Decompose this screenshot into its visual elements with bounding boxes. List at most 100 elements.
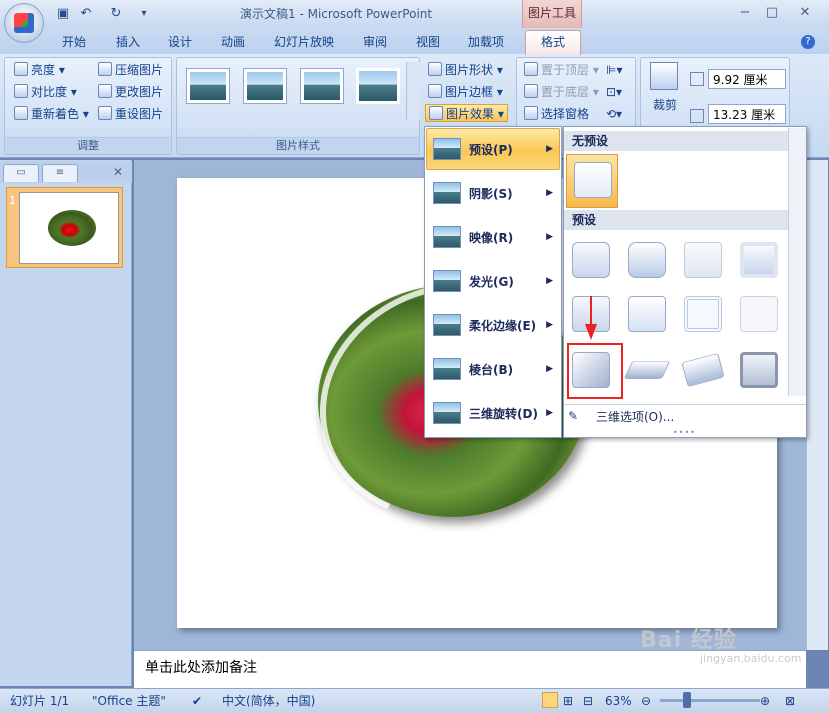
zoom-slider[interactable]	[660, 699, 760, 702]
glow-icon	[433, 270, 461, 292]
tab-format[interactable]: 格式	[525, 30, 581, 55]
style-thumb-4[interactable]	[356, 68, 400, 104]
undo-icon[interactable]: ↶	[78, 6, 94, 22]
send-to-back-button[interactable]: 置于底层 ▾	[524, 83, 599, 101]
preset-1[interactable]	[568, 238, 614, 282]
tab-home[interactable]: 开始	[62, 33, 86, 51]
zoom-out-icon[interactable]: ⊖	[641, 692, 651, 710]
tab-review[interactable]: 审阅	[363, 33, 387, 51]
width-icon	[690, 109, 704, 123]
brightness-button[interactable]: 亮度 ▾	[14, 61, 65, 79]
change-picture-icon	[98, 84, 112, 98]
height-field[interactable]: 9.92 厘米	[708, 69, 786, 89]
preset-6[interactable]	[624, 292, 670, 336]
tab-design[interactable]: 设计	[168, 33, 192, 51]
picture-tools-context-tab: 图片工具	[522, 0, 582, 28]
menu-item-soft-edges[interactable]: 柔化边缘(E) ▶	[425, 304, 561, 346]
zoom-level[interactable]: 63%	[605, 692, 632, 710]
picture-border-button[interactable]: 图片边框 ▾	[428, 83, 503, 101]
recolor-icon	[14, 106, 28, 120]
preset-4[interactable]	[736, 238, 782, 282]
crop-icon[interactable]	[650, 62, 678, 90]
save-icon[interactable]: ▣	[55, 6, 71, 22]
bring-to-front-button[interactable]: 置于顶层 ▾	[524, 61, 599, 79]
tab-slideshow[interactable]: 幻灯片放映	[274, 33, 334, 51]
contrast-button[interactable]: 对比度 ▾	[14, 83, 77, 101]
adjust-group-label: 调整	[5, 137, 171, 153]
preset-3-shape	[684, 242, 722, 278]
style-thumb-3[interactable]	[300, 68, 344, 104]
send-to-back-icon	[524, 84, 538, 98]
align-icon[interactable]: ⊫▾	[606, 61, 622, 79]
redo-icon[interactable]: ↻	[108, 6, 124, 22]
preset-12-shape	[740, 352, 778, 388]
preset-10[interactable]	[623, 348, 671, 392]
zoom-in-icon[interactable]: ⊕	[760, 692, 770, 710]
reset-picture-button[interactable]: 重设图片	[98, 105, 163, 123]
picture-effects-icon	[429, 106, 443, 120]
style-thumb-1[interactable]	[186, 68, 230, 104]
preset-8-shape	[740, 296, 778, 332]
office-button[interactable]	[4, 3, 44, 43]
normal-view-icon[interactable]	[542, 692, 558, 708]
bevel-icon	[433, 358, 461, 380]
preset-icon	[433, 138, 461, 160]
menu-item-preset[interactable]: 预设(P) ▶	[425, 128, 561, 170]
preset-11[interactable]	[680, 348, 726, 392]
preset-12[interactable]	[736, 348, 782, 392]
preset-7[interactable]	[680, 292, 726, 336]
no-preset-shape	[574, 162, 612, 198]
watermark-url: jingyan.baidu.com	[700, 652, 802, 665]
zoom-slider-thumb[interactable]	[683, 692, 691, 708]
soft-edges-icon	[433, 314, 461, 336]
slideshow-view-icon[interactable]: ⊟	[583, 692, 593, 710]
menu-item-shadow[interactable]: 阴影(S) ▶	[425, 172, 561, 214]
crop-button[interactable]: 裁剪	[653, 96, 677, 114]
no-preset-option[interactable]	[566, 154, 618, 208]
menu-item-reflection[interactable]: 映像(R) ▶	[425, 216, 561, 258]
group-icon[interactable]: ⊡▾	[606, 83, 622, 101]
contrast-icon	[14, 84, 28, 98]
change-picture-button[interactable]: 更改图片	[98, 83, 163, 101]
tab-addins[interactable]: 加载项	[468, 33, 504, 51]
menu-item-glow[interactable]: 发光(G) ▶	[425, 260, 561, 302]
picture-shape-icon	[428, 62, 442, 76]
menu-item-3d-rotation[interactable]: 三维旋转(D) ▶	[425, 392, 561, 434]
bring-to-front-icon	[524, 62, 538, 76]
close-icon[interactable]: ✕	[793, 4, 817, 22]
3d-options-item[interactable]: 三维选项(O)...	[564, 404, 806, 428]
style-thumb-2[interactable]	[243, 68, 287, 104]
maximize-icon[interactable]: □	[760, 4, 784, 22]
fit-slide-icon[interactable]: ⊠	[785, 692, 795, 710]
language: 中文(简体，中国)	[222, 694, 316, 708]
minimize-icon[interactable]: −	[733, 4, 757, 22]
menu-item-bevel[interactable]: 棱台(B) ▶	[425, 348, 561, 390]
tab-animations[interactable]: 动画	[221, 33, 245, 51]
close-pane-icon[interactable]: ✕	[110, 164, 126, 180]
sorter-view-icon[interactable]: ⊞	[563, 692, 573, 710]
slides-tab[interactable]: ▭	[3, 164, 39, 182]
spellcheck-icon[interactable]: ✔	[192, 692, 202, 710]
gallery-scrollbar[interactable]	[788, 128, 806, 396]
tab-view[interactable]: 视图	[416, 33, 440, 51]
qat-customize-icon[interactable]: ▾	[136, 6, 152, 22]
selection-pane-button[interactable]: 选择窗格	[524, 105, 589, 123]
picture-shape-button[interactable]: 图片形状 ▾	[428, 61, 503, 79]
tab-insert[interactable]: 插入	[116, 33, 140, 51]
help-icon[interactable]: ?	[801, 35, 815, 49]
vertical-scrollbar[interactable]	[806, 160, 828, 650]
width-field[interactable]: 13.23 厘米	[708, 104, 786, 124]
styles-gallery-scroll[interactable]	[406, 62, 420, 120]
red-arrow-icon	[585, 296, 597, 340]
picture-effects-button[interactable]: 图片效果 ▾	[425, 104, 508, 122]
preset-3[interactable]	[680, 238, 726, 282]
compress-pictures-button[interactable]: 压缩图片	[98, 61, 163, 79]
preset-8[interactable]	[736, 292, 782, 336]
compress-icon	[98, 62, 112, 76]
preset-2[interactable]	[624, 238, 670, 282]
rotate-icon[interactable]: ⟲▾	[606, 105, 622, 123]
preset-highlight-box	[567, 343, 623, 399]
gallery-resize-grip[interactable]: ••••	[673, 428, 696, 437]
recolor-button[interactable]: 重新着色 ▾	[14, 105, 89, 123]
outline-tab[interactable]: ≡	[42, 164, 78, 182]
